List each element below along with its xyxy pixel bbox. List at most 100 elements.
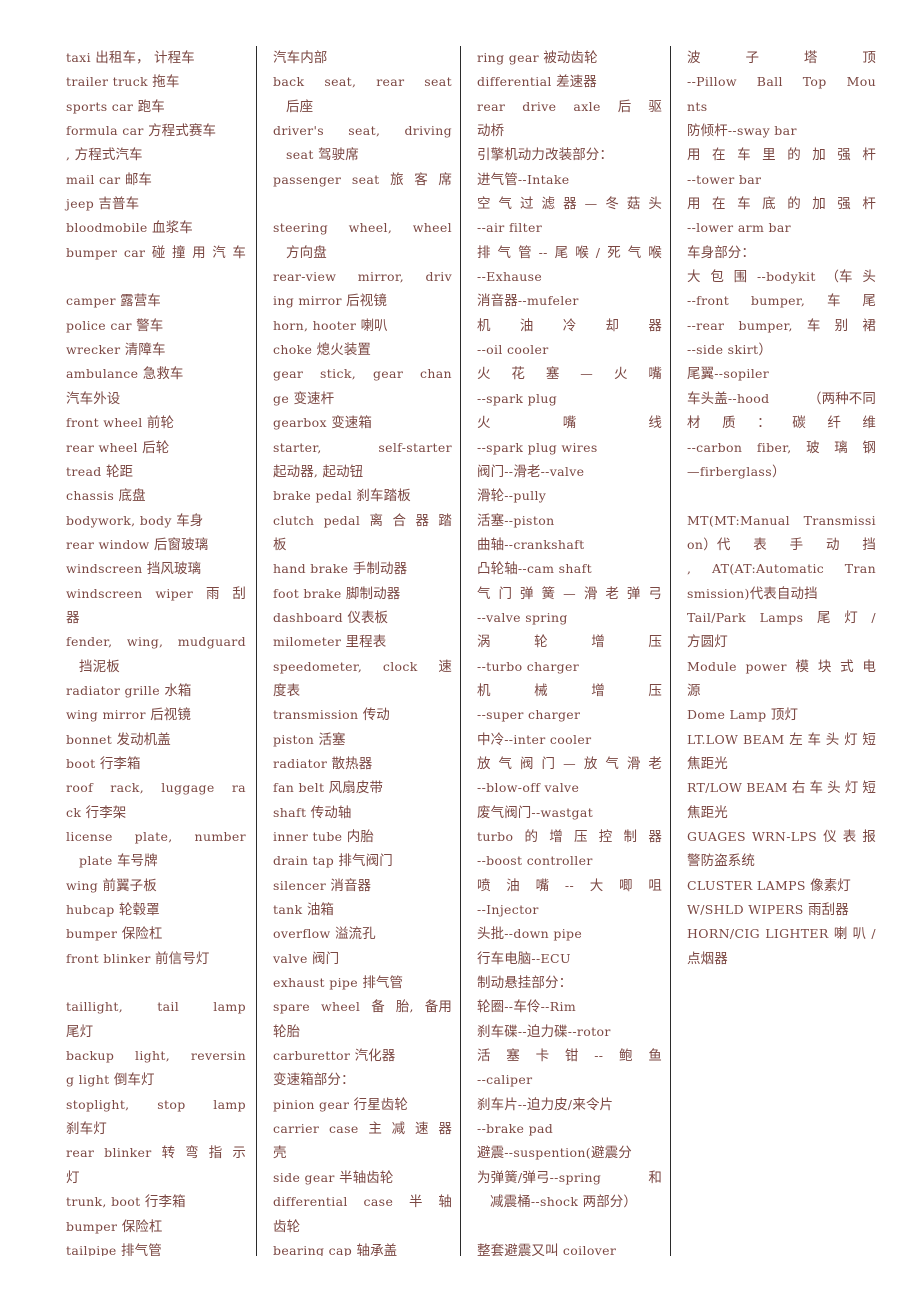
glossary-line: overflow 溢流孔: [273, 922, 452, 946]
latin-run: wiper: [155, 585, 194, 601]
glossary-line: 挡泥板: [66, 655, 246, 679]
cjk-run: 车头盖: [687, 390, 728, 407]
latin-run: ge: [273, 390, 294, 406]
cjk-run: 点烟器: [687, 950, 728, 967]
glossary-line: bumper car 碰撞用汽车: [66, 241, 246, 265]
latin-run: Transmissi: [803, 512, 876, 528]
glossary-line: inner tube 内胎: [273, 825, 452, 849]
latin-run: --rotor: [567, 1023, 611, 1039]
cjk-run: 璃: [834, 439, 848, 456]
latin-run: fan belt: [273, 780, 329, 796]
line-token: 油: [520, 314, 534, 338]
cjk-run: 变速箱部分：: [273, 1072, 355, 1089]
cjk-run: 冷: [562, 317, 577, 334]
glossary-line: --carbon fiber, 玻璃钢: [687, 436, 876, 460]
glossary-line: tank 油箱: [273, 898, 452, 922]
glossary-line: --front bumper, 车 尾: [687, 289, 876, 313]
line-token: 席: [438, 168, 452, 192]
cjk-run: 水箱: [164, 682, 192, 699]
line-token: 后: [618, 95, 632, 119]
cjk-run: 活: [477, 1048, 491, 1065]
latin-run: --bodykit: [756, 269, 816, 285]
line-token: 放: [477, 752, 491, 776]
line-token: 报: [862, 825, 876, 849]
line-token: 离: [370, 509, 384, 533]
latin-run: luggage: [161, 780, 215, 796]
latin-run: pinion gear: [273, 1096, 354, 1112]
glossary-line: 度表: [273, 679, 452, 703]
line-token: 门: [499, 582, 513, 606]
cjk-run: 计程车: [153, 50, 195, 66]
glossary-line: --caliper: [477, 1068, 662, 1092]
latin-run: --Pillow: [687, 74, 737, 90]
glossary-line: CLUSTER LAMPS 像素灯: [687, 874, 876, 898]
cjk-run: 手: [789, 536, 804, 553]
glossary-line: MT(MT:Manual Transmissi: [687, 509, 876, 533]
latin-run: clock: [382, 658, 418, 674]
latin-run: /: [595, 244, 601, 260]
glossary-line: front blinker 前信号灯: [66, 947, 246, 971]
latin-run: bumper,: [750, 293, 806, 309]
glossary-line: drain tap 排气阀门: [273, 849, 452, 873]
cjk-run: 焦距光: [687, 755, 728, 772]
line-token: LT.LOW: [687, 728, 738, 752]
cjk-run: 气: [605, 755, 619, 772]
cjk-run: 短: [862, 780, 876, 797]
glossary-line: nts: [687, 95, 876, 119]
line-token: 唧: [619, 874, 633, 898]
cjk-run: 线: [648, 415, 662, 432]
line-token: 花: [511, 362, 525, 386]
cjk-run: 气: [627, 244, 642, 261]
cjk-run: 材: [687, 415, 701, 432]
cjk-run: 强: [837, 147, 851, 164]
cjk-run: 挡: [862, 536, 876, 553]
cjk-run: 警车: [136, 317, 164, 334]
cjk-run: 雨刮器: [808, 902, 849, 919]
latin-run: hand brake: [273, 561, 353, 577]
cjk-run: 气: [498, 196, 513, 213]
cjk-run: 过: [520, 196, 534, 213]
cjk-run: 顶: [862, 50, 876, 66]
line-token: mirror,: [358, 265, 404, 289]
cjk-run: 备用: [424, 999, 452, 1016]
line-token: 头: [648, 192, 662, 216]
glossary-line: 涡轮增压: [477, 630, 662, 654]
line-token: 钢: [862, 436, 876, 460]
cjk-run: 壳: [273, 1145, 287, 1162]
glossary-line: dashboard 仪表板: [273, 606, 452, 630]
line-token: 底: [762, 192, 776, 216]
glossary-line: carburettor 汽化器: [273, 1044, 452, 1068]
line-token: 里: [762, 143, 776, 167]
latin-run: stick,: [320, 366, 357, 382]
glossary-line: bearing cap 轴承盖: [273, 1239, 452, 1256]
cjk-run: 刮: [232, 585, 246, 602]
cjk-run: 车: [806, 317, 821, 334]
latin-run: --front: [687, 293, 730, 309]
line-token: 主: [368, 1117, 382, 1141]
line-token: LIGHTER: [765, 922, 828, 946]
latin-run: seat,: [348, 123, 381, 139]
glossary-line: windscreen 挡风玻璃: [66, 557, 246, 581]
glossary-line: 源: [687, 679, 876, 703]
cjk-run: 中冷: [477, 731, 505, 748]
glossary-line: foot brake 脚制动器: [273, 582, 452, 606]
glossary-line: 曲轴--crankshaft: [477, 533, 662, 557]
cjk-run: 消音器: [477, 293, 518, 310]
latin-run: --sway bar: [727, 123, 797, 139]
glossary-line: --oil cooler: [477, 338, 662, 362]
cjk-run: 器: [563, 196, 577, 213]
glossary-line: rear wheel 后轮: [66, 436, 246, 460]
line-token: seat,: [324, 70, 356, 94]
glossary-line: 放气阀门 — 放气滑老: [477, 752, 662, 776]
cjk-run: 后视镜: [346, 293, 387, 310]
glossary-line: --spark plug wires: [477, 436, 662, 460]
line-token: /: [596, 241, 601, 265]
line-token: gear: [373, 362, 403, 386]
cjk-run: 管: [518, 244, 532, 261]
line-token: reversin: [191, 1044, 246, 1068]
line-token: 活: [477, 1044, 491, 1068]
line-token: 的: [787, 143, 801, 167]
line-token: --Pillow: [687, 70, 737, 94]
latin-run: gearbox: [273, 415, 332, 431]
